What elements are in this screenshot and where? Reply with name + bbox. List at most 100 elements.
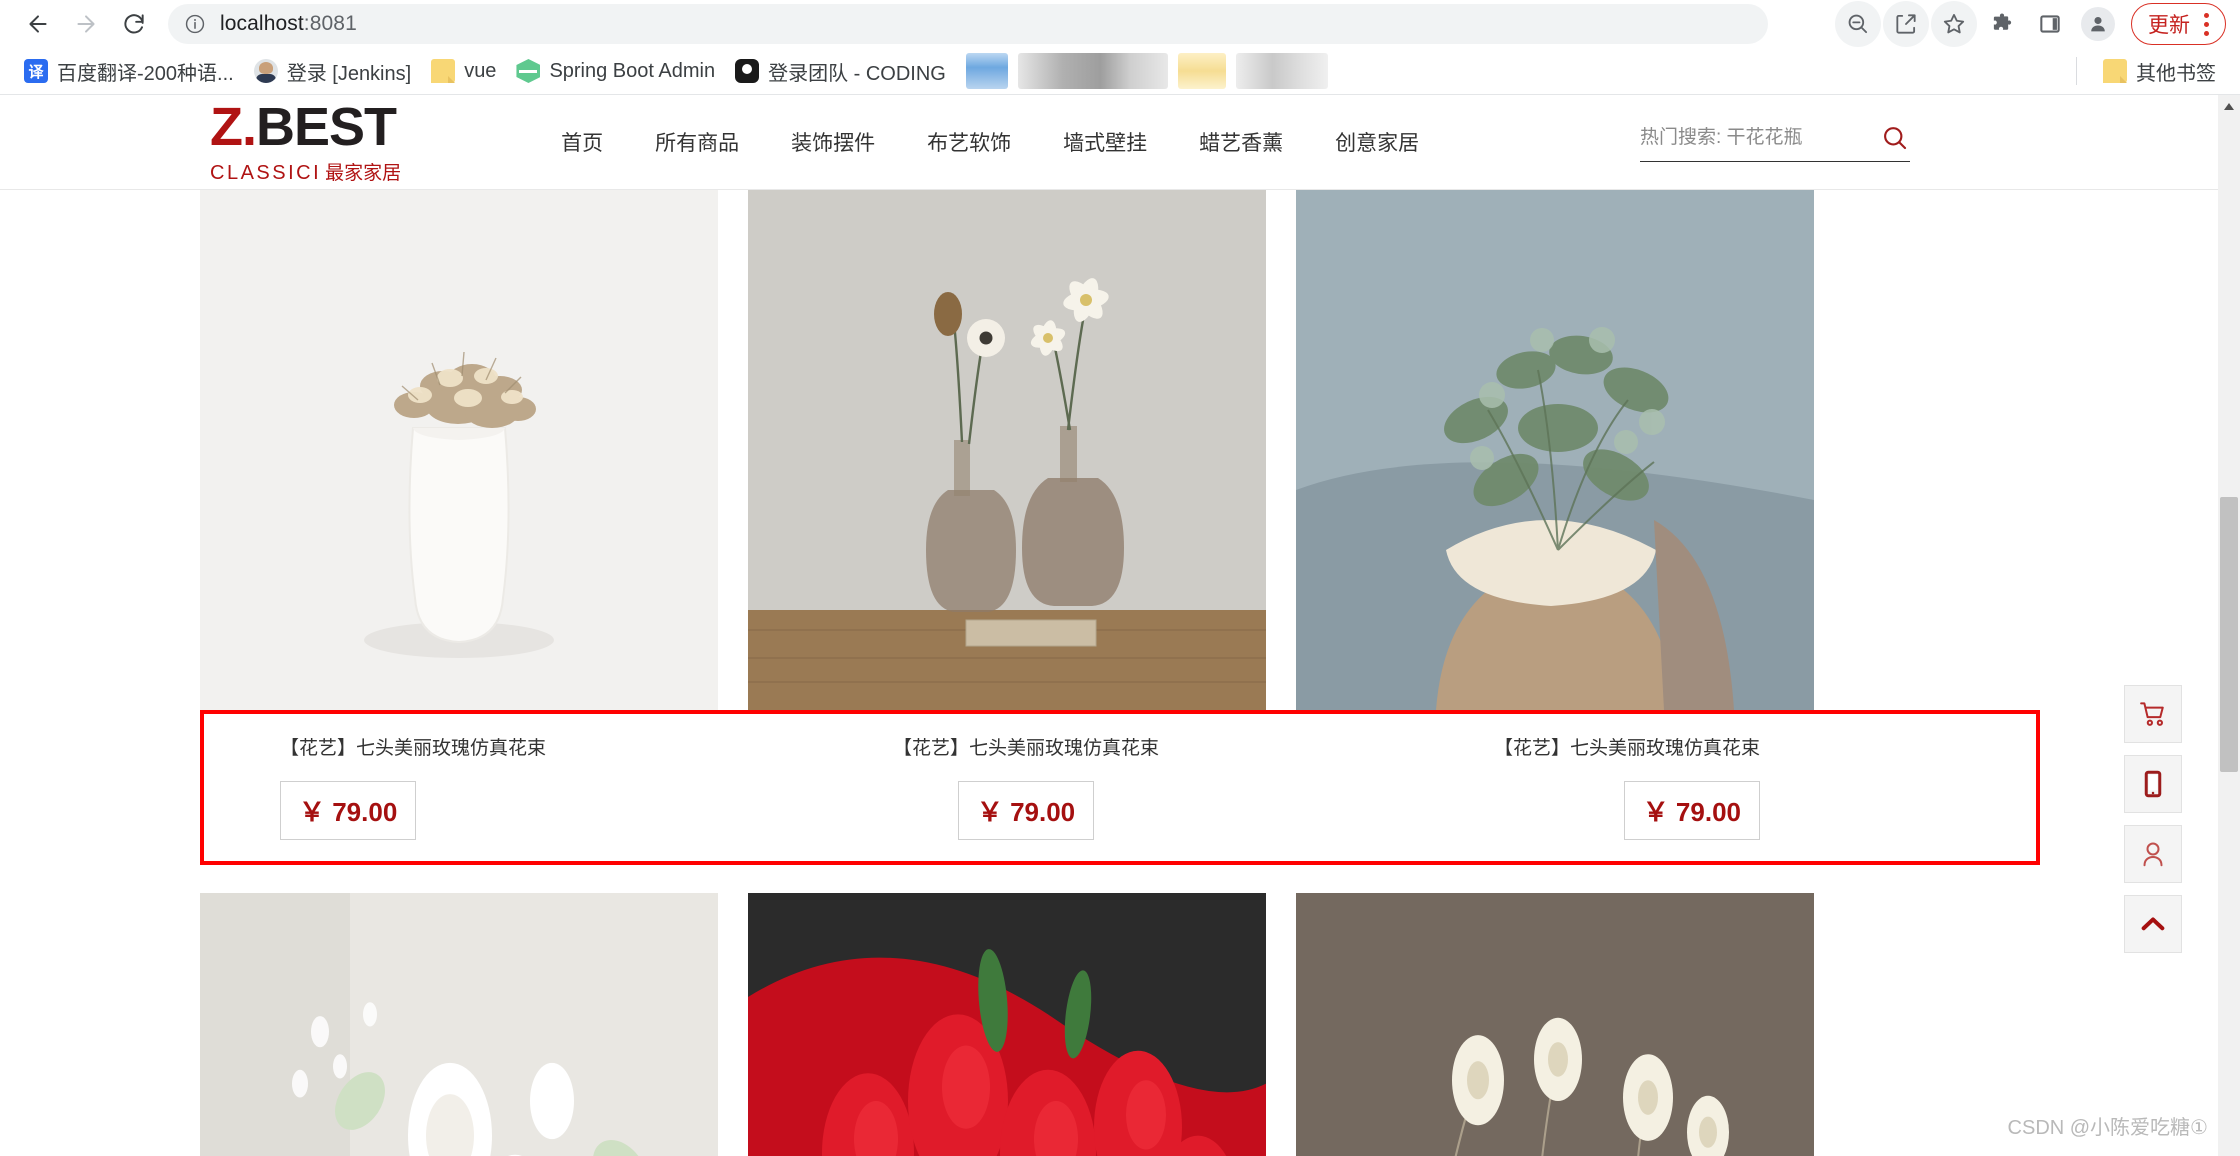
search-button[interactable]	[1880, 123, 1910, 153]
product-card[interactable]	[200, 190, 718, 710]
bookmark-star-button[interactable]	[1931, 1, 1977, 47]
product-title[interactable]: 【花艺】七头美丽玫瑰仿真花束	[280, 736, 546, 763]
nav-item-decor[interactable]: 装饰摆件	[791, 127, 875, 157]
floating-side-rail	[2124, 685, 2182, 953]
logo-z: Z.	[210, 96, 257, 157]
browser-window: localhost:8081 更新 译 百度翻译-200种语... 登录 [Je…	[0, 0, 2240, 1156]
side-panel-icon	[2040, 15, 2060, 33]
bookmark-baidu-translate[interactable]: 译 百度翻译-200种语...	[14, 53, 244, 90]
mobile-button[interactable]	[2124, 755, 2182, 813]
bookmark-jenkins[interactable]: 登录 [Jenkins]	[244, 53, 421, 90]
extensions-button[interactable]	[1979, 1, 2025, 47]
forward-button[interactable]	[62, 0, 110, 48]
nav-item-creative-home[interactable]: 创意家居	[1335, 127, 1419, 157]
logo-sub-cn: 最家家居	[325, 162, 402, 184]
logo-best: BEST	[256, 96, 397, 157]
product-row-1	[200, 190, 2040, 710]
nav-item-fabric[interactable]: 布艺软饰	[927, 127, 1011, 157]
highlighted-product-info-band: 【花艺】七头美丽玫瑰仿真花束 ￥ 79.00 【花艺】七头美丽玫瑰仿真花束 ￥ …	[200, 710, 2040, 865]
folder-icon	[431, 59, 456, 83]
product-grid: 【花艺】七头美丽玫瑰仿真花束 ￥ 79.00 【花艺】七头美丽玫瑰仿真花束 ￥ …	[0, 190, 2240, 1156]
side-panel-button[interactable]	[2027, 1, 2073, 47]
bookmark-redacted-3[interactable]	[1177, 53, 1226, 89]
product-title[interactable]: 【花艺】七头美丽玫瑰仿真花束	[893, 736, 1159, 763]
search-icon	[1884, 126, 1907, 149]
chevron-up-icon	[2141, 917, 2165, 931]
bookmarks-bar: 译 百度翻译-200种语... 登录 [Jenkins] vue Spring …	[0, 48, 2240, 94]
scrollbar-up-arrow[interactable]	[2218, 95, 2240, 117]
address-bar[interactable]: localhost:8081	[168, 4, 1768, 44]
product-image-white-dried-daisies[interactable]	[1296, 893, 1814, 1156]
coding-icon	[735, 59, 760, 83]
main-navigation: 首页 所有商品 装饰摆件 布艺软饰 墙式壁挂 蜡艺香薰 创意家居	[561, 127, 1419, 157]
profile-button[interactable]	[2075, 1, 2121, 47]
search-input[interactable]	[1640, 126, 1840, 149]
bookmark-redacted-1[interactable]	[965, 53, 1008, 89]
forward-arrow-icon	[77, 15, 95, 33]
nav-item-home[interactable]: 首页	[561, 127, 603, 157]
page-scrollbar[interactable]	[2218, 95, 2240, 1156]
url-text: localhost:8081	[220, 12, 357, 35]
person-icon	[2091, 16, 2105, 32]
site-info-icon[interactable]	[184, 13, 206, 35]
logo-subtitle: CLASSICI 最家家居	[210, 158, 401, 185]
bookmark-spring-boot-admin[interactable]: Spring Boot Admin	[506, 55, 725, 87]
product-row-2	[200, 893, 2040, 1156]
logo-wordmark: Z.BEST	[210, 100, 401, 154]
share-button[interactable]	[1883, 1, 1929, 47]
product-card[interactable]	[748, 190, 1266, 710]
site-logo[interactable]: Z.BEST CLASSICI 最家家居	[210, 100, 401, 185]
product-price-box: ￥ 79.00	[1623, 780, 1760, 840]
account-button[interactable]	[2124, 825, 2182, 883]
watermark: CSDN @小陈爱吃糖①	[2001, 1109, 2214, 1142]
mobile-phone-icon	[2144, 770, 2162, 798]
share-icon	[1896, 14, 1916, 34]
product-image-white-roses[interactable]	[200, 893, 718, 1156]
zoom-out-button[interactable]	[1835, 1, 1881, 47]
update-button[interactable]: 更新	[2131, 3, 2226, 45]
other-bookmarks-label: 其他书签	[2136, 62, 2216, 85]
chrome-menu-icon[interactable]	[2198, 12, 2215, 36]
folder-icon	[2103, 59, 2127, 83]
page-viewport: Z.BEST CLASSICI 最家家居 首页 所有商品 装饰摆件 布艺软饰 墙…	[0, 95, 2240, 1156]
bookmark-label: 百度翻译-200种语...	[57, 62, 234, 85]
product-price: ￥ 79.00	[976, 796, 1076, 827]
browser-toolbar: localhost:8081 更新	[0, 0, 2240, 48]
product-image-two-glass-bottle-vases[interactable]	[748, 190, 1266, 710]
logo-sub-latin: CLASSICI	[210, 161, 322, 184]
avatar	[2081, 7, 2115, 41]
scrollbar-thumb[interactable]	[2220, 497, 2238, 772]
nav-item-all-products[interactable]: 所有商品	[655, 127, 739, 157]
user-person-icon	[2143, 842, 2163, 867]
other-bookmarks-group: 其他书签	[2076, 53, 2226, 90]
bookmark-redacted-4[interactable]	[1235, 53, 1328, 89]
back-button[interactable]	[14, 0, 62, 48]
product-card[interactable]	[1296, 190, 1814, 710]
toolbar-right-group: 更新	[1835, 1, 2226, 47]
bookmark-redacted-2[interactable]	[1017, 53, 1168, 89]
site-header: Z.BEST CLASSICI 最家家居 首页 所有商品 装饰摆件 布艺软饰 墙…	[0, 95, 2240, 190]
product-image-red-carnations[interactable]	[748, 893, 1266, 1156]
cart-button[interactable]	[2124, 685, 2182, 743]
product-image-eucalyptus-bouquet[interactable]	[1296, 190, 1814, 710]
nav-item-wall-hanging[interactable]: 墙式壁挂	[1063, 127, 1147, 157]
product-card[interactable]	[200, 893, 718, 1156]
bookmark-coding[interactable]: 登录团队 - CODING	[725, 53, 956, 90]
product-info-3: 【花艺】七头美丽玫瑰仿真花束 ￥ 79.00	[1300, 714, 1848, 861]
other-bookmarks-button[interactable]: 其他书签	[2093, 53, 2226, 90]
extensions-puzzle-icon	[1993, 13, 2012, 30]
nav-item-candle-aroma[interactable]: 蜡艺香薰	[1199, 127, 1283, 157]
reload-button[interactable]	[110, 0, 158, 48]
bookmark-vue-folder[interactable]: vue	[421, 55, 506, 87]
product-card[interactable]	[1296, 893, 1814, 1156]
spring-boot-admin-icon	[516, 59, 541, 83]
bookmark-label: vue	[464, 59, 497, 82]
bookmark-label: 登录 [Jenkins]	[286, 62, 412, 85]
product-card[interactable]	[748, 893, 1266, 1156]
product-title[interactable]: 【花艺】七头美丽玫瑰仿真花束	[1494, 736, 1760, 763]
jenkins-icon	[253, 59, 278, 83]
bookmarks-divider	[2076, 57, 2077, 85]
shopping-cart-icon	[2140, 702, 2164, 726]
product-image-dried-flowers-white-vase[interactable]	[200, 190, 718, 710]
back-to-top-button[interactable]	[2124, 895, 2182, 953]
